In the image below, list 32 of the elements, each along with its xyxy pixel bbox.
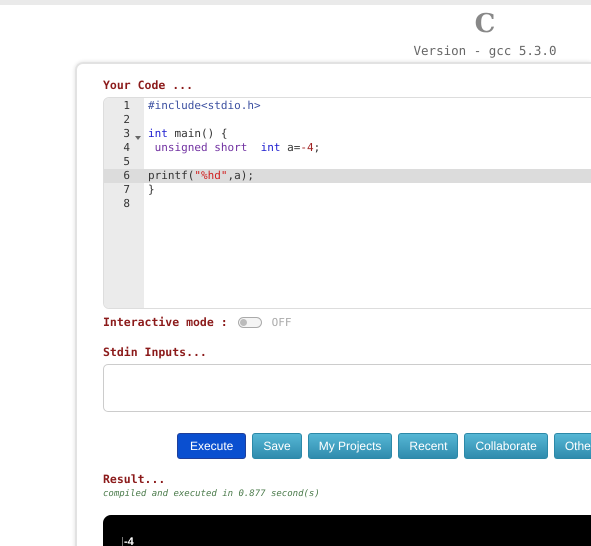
action-button[interactable]: My Projects [308, 433, 392, 459]
line-number: 5 [123, 155, 130, 169]
code-line: unsigned short int a=-4; [154, 141, 320, 154]
action-button[interactable]: Othe [554, 433, 591, 459]
interactive-mode-label: Interactive mode : [103, 315, 228, 329]
stdin-field[interactable] [103, 364, 591, 412]
code-line: printf("%hd",a); [148, 169, 254, 182]
logo: C [474, 9, 496, 39]
line-number: 2 [123, 113, 130, 127]
code-editor[interactable]: 1 2 3 4 5 6 7 8 #include<stdio.h> int main() { unsigned short int a=-4; printf("%hd",a); } [103, 97, 591, 309]
line-number: 7 [123, 183, 130, 197]
action-button[interactable]: Collaborate [464, 433, 548, 459]
output-text: -4 [124, 536, 134, 546]
line-number: 1 [123, 99, 130, 113]
toggle-state-label: OFF [272, 316, 292, 328]
toggle-switch[interactable] [238, 316, 262, 328]
action-button[interactable]: Recent [398, 433, 458, 459]
stdin-label: Stdin Inputs... [103, 345, 207, 359]
result-label: Result... [103, 472, 166, 486]
line-number: 8 [123, 197, 130, 211]
line-number: 3 [123, 127, 130, 141]
text-cursor [122, 537, 123, 546]
line-number: 6 [123, 169, 130, 183]
line-number: 4 [123, 141, 130, 155]
action-button[interactable]: Execute [177, 433, 246, 459]
version-label: Version - gcc 5.3.0 [414, 43, 556, 58]
action-button[interactable]: Save [252, 433, 302, 459]
code-line: #include<stdio.h> [148, 99, 261, 112]
code-line: } [148, 183, 155, 196]
code-label: Your Code ... [103, 78, 194, 92]
execution-status: compiled and executed in 0.877 second(s) [103, 489, 321, 499]
code-line: int main() { [148, 127, 228, 140]
